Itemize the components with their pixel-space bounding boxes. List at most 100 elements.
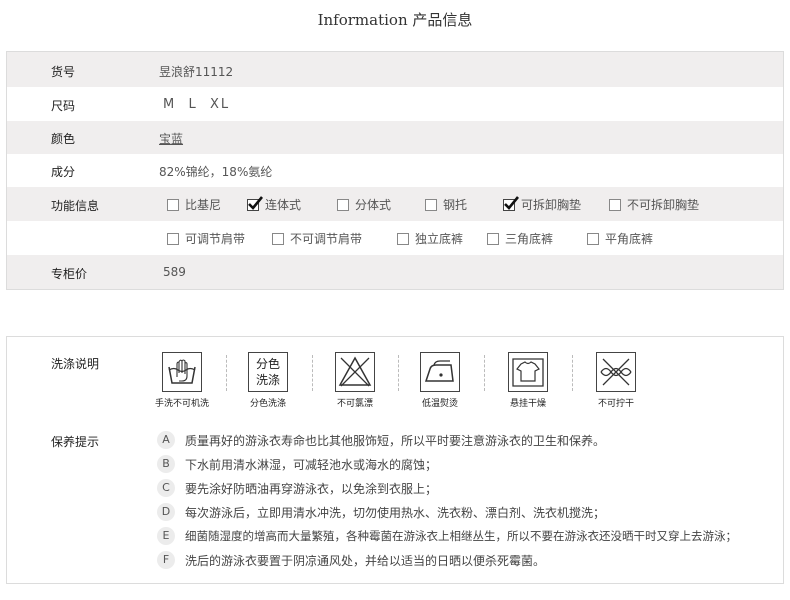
checkbox-empty-icon[interactable] (587, 232, 599, 245)
feature-label: 可拆卸胸垫 (521, 198, 582, 212)
row-price: 专柜价 589 (7, 255, 783, 289)
feature-checkbox[interactable]: 可调节肩带 (167, 230, 245, 247)
feature-checkbox[interactable]: 可拆卸胸垫 (503, 195, 582, 213)
price-label: 专柜价 (51, 267, 88, 281)
tip-text: 下水前用清水淋湿，可减轻池水或海水的腐蚀； (185, 457, 438, 472)
feature-checkbox[interactable]: 不可拆卸胸垫 (609, 196, 699, 213)
tip-letter: D (157, 503, 175, 521)
row-features-1: 功能信息 比基尼 连体式 分体式 钢托 可拆卸胸垫 不可拆卸胸垫 (7, 187, 783, 221)
tip-item: F 洗后的游泳衣要置于阴凉通风处，并给以适当的日晒以便杀死霉菌。 (157, 551, 545, 569)
wash-caption: 低温熨烫 (421, 399, 458, 409)
row-features-2: 可调节肩带 不可调节肩带 独立底裤 三角底裤 平角底裤 (7, 221, 783, 255)
wash-item-hand: 手洗不可机洗 (151, 352, 213, 409)
feature-label: 平角底裤 (605, 232, 654, 246)
feature-label: 连体式 (265, 198, 302, 212)
size-value: M L XL (163, 97, 231, 112)
care-panel: 洗涤说明 手洗不可机洗 分色 洗涤 分色洗涤 不可氯漂 低温熨烫 悬挂干燥 不可… (6, 336, 784, 584)
separate-wash-text-2: 洗涤 (255, 373, 280, 387)
feature-checkbox[interactable]: 独立底裤 (397, 230, 463, 247)
checkbox-checked-icon[interactable] (247, 195, 263, 211)
tip-item: C 要先涂好防晒油再穿游泳衣，以免涂到衣服上； (157, 479, 437, 497)
separator (398, 355, 399, 391)
hang-dry-icon (508, 352, 548, 392)
separate-wash-icon: 分色 洗涤 (248, 352, 288, 392)
tip-text: 细菌随湿度的增高而大量繁殖，各种霉菌在游泳衣上相继丛生，所以不要在游泳衣还没晒干… (185, 529, 737, 543)
tip-letter: A (157, 431, 175, 449)
checkbox-empty-icon[interactable] (487, 232, 499, 245)
feature-label: 不可拆卸胸垫 (627, 198, 700, 212)
wash-item-no-bleach: 不可氯漂 (324, 352, 386, 409)
tip-item: B 下水前用清水淋湿，可减轻池水或海水的腐蚀； (157, 455, 437, 473)
feature-checkbox[interactable]: 三角底裤 (487, 230, 553, 247)
feature-checkbox[interactable]: 钢托 (425, 196, 467, 213)
feature-checkbox[interactable]: 分体式 (337, 196, 391, 213)
tip-text: 质量再好的游泳衣寿命也比其他服饰短，所以平时要注意游泳衣的卫生和保养。 (185, 433, 606, 448)
low-iron-icon (420, 352, 460, 392)
no-wring-icon (596, 352, 636, 392)
checkbox-empty-icon[interactable] (397, 232, 409, 245)
wash-caption: 不可拧干 (597, 399, 634, 409)
checkbox-empty-icon[interactable] (337, 198, 349, 211)
feature-label: 分体式 (355, 198, 392, 212)
wash-caption: 悬挂干燥 (509, 399, 546, 409)
feature-label: 独立底裤 (415, 232, 464, 246)
composition-label: 成分 (51, 165, 76, 179)
separator (484, 355, 485, 391)
features-label: 功能信息 (51, 199, 100, 213)
item-no-value: 昱浪舒11112 (159, 65, 234, 79)
feature-label: 不可调节肩带 (290, 232, 363, 246)
tip-text: 每次游泳后，立即用清水冲洗，切勿使用热水、洗衣粉、漂白剂、洗衣机搅洗； (185, 505, 606, 520)
price-value: 589 (163, 265, 186, 279)
feature-checkbox[interactable]: 连体式 (247, 195, 302, 213)
row-color: 颜色 宝蓝 (7, 121, 783, 154)
checkbox-empty-icon[interactable] (167, 232, 179, 245)
wash-caption: 分色洗涤 (249, 399, 286, 409)
wash-item-hang-dry: 悬挂干燥 (497, 352, 559, 409)
wash-item-no-wring: 不可拧干 (585, 352, 647, 409)
feature-checkbox[interactable]: 比基尼 (167, 196, 221, 213)
tip-letter: F (157, 551, 175, 569)
title-zh: 产品信息 (412, 11, 473, 29)
separator (226, 355, 227, 391)
checkbox-empty-icon[interactable] (609, 198, 621, 211)
row-size: 尺码 M L XL (7, 87, 783, 121)
tip-item: D 每次游泳后，立即用清水冲洗，切勿使用热水、洗衣粉、漂白剂、洗衣机搅洗； (157, 503, 605, 521)
wash-item-low-iron: 低温熨烫 (409, 352, 471, 409)
page-title: Information 产品信息 (0, 9, 790, 30)
tip-letter: C (157, 479, 175, 497)
color-label: 颜色 (51, 132, 76, 146)
feature-label: 比基尼 (185, 198, 222, 212)
checkbox-empty-icon[interactable] (272, 232, 284, 245)
wash-label: 洗涤说明 (51, 357, 100, 371)
hand-wash-icon (162, 352, 202, 392)
title-en: Information (317, 11, 408, 29)
tip-letter: B (157, 455, 175, 473)
tip-letter: E (157, 527, 175, 545)
tips-label: 保养提示 (51, 435, 100, 449)
feature-checkbox[interactable]: 不可调节肩带 (272, 230, 362, 247)
row-composition: 成分 82%锦纶，18%氨纶 (7, 154, 783, 187)
item-no-label: 货号 (51, 65, 76, 79)
color-value: 宝蓝 (159, 132, 184, 146)
tip-text: 要先涂好防晒油再穿游泳衣，以免涂到衣服上； (185, 481, 438, 496)
feature-label: 可调节肩带 (185, 232, 246, 246)
feature-label: 三角底裤 (505, 232, 554, 246)
checkbox-empty-icon[interactable] (167, 198, 179, 211)
tip-item: A 质量再好的游泳衣寿命也比其他服饰短，所以平时要注意游泳衣的卫生和保养。 (157, 431, 605, 449)
separate-wash-text-1: 分色 (255, 357, 280, 371)
separator (572, 355, 573, 391)
wash-item-separate: 分色 洗涤 分色洗涤 (237, 352, 299, 409)
checkbox-checked-icon[interactable] (503, 195, 519, 211)
tip-text: 洗后的游泳衣要置于阴凉通风处，并给以适当的日晒以便杀死霉菌。 (185, 553, 546, 568)
no-bleach-icon (335, 352, 375, 392)
composition-value: 82%锦纶，18%氨纶 (159, 165, 273, 179)
spec-table: 货号 昱浪舒11112 尺码 M L XL 颜色 宝蓝 成分 82%锦纶，18%… (6, 51, 784, 290)
wash-caption: 手洗不可机洗 (154, 399, 209, 409)
row-item-no: 货号 昱浪舒11112 (7, 52, 783, 87)
feature-label: 钢托 (443, 198, 468, 212)
checkbox-empty-icon[interactable] (425, 198, 437, 211)
feature-checkbox[interactable]: 平角底裤 (587, 230, 653, 247)
tip-item: E 细菌随湿度的增高而大量繁殖，各种霉菌在游泳衣上相继丛生，所以不要在游泳衣还没… (157, 527, 737, 545)
size-label: 尺码 (51, 99, 76, 113)
wash-caption: 不可氯漂 (336, 399, 373, 409)
